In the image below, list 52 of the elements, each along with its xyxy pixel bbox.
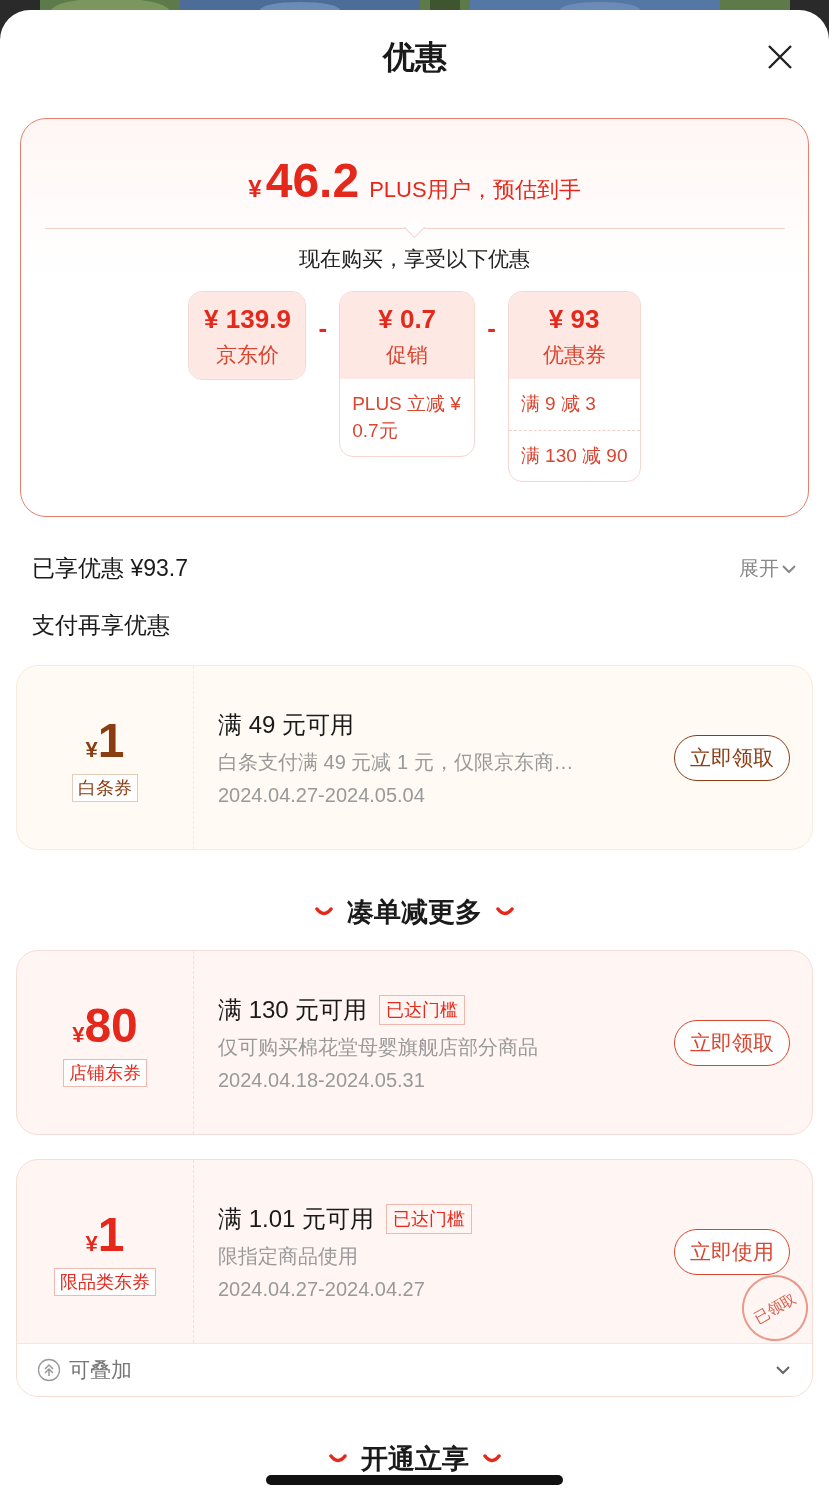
coupon-amount: 1 bbox=[97, 713, 125, 769]
coupon-dates: 2024.04.18-2024.05.31 bbox=[218, 1068, 426, 1092]
discount-subtitle: 现在购买，享受以下优惠 bbox=[299, 246, 530, 272]
coupon-type-tag: 白条券 bbox=[72, 774, 138, 803]
smile-mark-icon bbox=[496, 907, 514, 918]
component-amount: ¥ 139.9 bbox=[204, 304, 291, 335]
minus-sign: - bbox=[487, 313, 496, 344]
currency-sign: ¥ bbox=[72, 1022, 85, 1049]
coupon-title: 满 49 元可用 bbox=[218, 709, 355, 740]
coupon-action-button[interactable]: 立即领取 bbox=[674, 1019, 790, 1066]
coupon-amount: 80 bbox=[84, 998, 138, 1054]
chevron-down-icon[interactable] bbox=[774, 1364, 792, 1377]
coupon-description: 限指定商品使用 bbox=[218, 1243, 359, 1269]
component-amount: ¥ 0.7 bbox=[378, 304, 437, 335]
coupon-description: 白条支付满 49 元减 1 元，仅限京东商… bbox=[218, 749, 575, 775]
coupon-action-button[interactable]: 立即使用 bbox=[674, 1228, 790, 1275]
coupon-amount: 1 bbox=[97, 1207, 125, 1263]
expand-toggle[interactable]: 展开 bbox=[739, 555, 797, 583]
stackable-label: 可叠加 bbox=[69, 1357, 133, 1384]
smile-mark-icon bbox=[482, 1454, 501, 1465]
minus-sign: - bbox=[318, 313, 328, 344]
currency-sign: ¥ bbox=[85, 1231, 98, 1258]
smile-mark-icon bbox=[315, 907, 333, 918]
coupon-title: 满 130 元可用 bbox=[218, 994, 368, 1025]
discount-detail: 满 9 减 3 bbox=[519, 392, 597, 416]
component-label: 京东价 bbox=[216, 342, 279, 368]
coupon-description: 仅可购买棉花堂母婴旗舰店部分商品 bbox=[218, 1034, 539, 1060]
enjoyed-discount: 已享优惠 ¥93.7 bbox=[32, 554, 188, 584]
coupon-dates: 2024.04.27-2024.04.27 bbox=[218, 1277, 426, 1301]
price-note: PLUS用户，预估到手 bbox=[369, 176, 581, 204]
threshold-tag: 已达门槛 bbox=[386, 1203, 473, 1234]
threshold-tag: 已达门槛 bbox=[379, 994, 466, 1025]
component-label: 促销 bbox=[386, 342, 429, 368]
smile-mark-icon bbox=[328, 1454, 347, 1465]
coupon-type-tag: 限品类东券 bbox=[54, 1268, 156, 1297]
coupon-title: 满 1.01 元可用 bbox=[218, 1203, 375, 1234]
sheet-title: 优惠 bbox=[382, 38, 447, 77]
section-title: 凑单减更多 bbox=[347, 896, 482, 930]
chevron-down-icon bbox=[781, 562, 797, 575]
currency-sign: ¥ bbox=[248, 175, 262, 203]
stack-icon bbox=[37, 1358, 61, 1383]
component-amount: ¥ 93 bbox=[548, 304, 600, 335]
coupon-action-button[interactable]: 立即领取 bbox=[674, 734, 790, 781]
discount-detail: 满 130 减 90 bbox=[508, 429, 640, 482]
coupon-type-tag: 店铺东券 bbox=[63, 1059, 147, 1088]
currency-sign: ¥ bbox=[85, 737, 98, 764]
estimated-price: 46.2 bbox=[265, 153, 360, 208]
section-title: 开通立享 bbox=[360, 1443, 469, 1477]
section-heading: 支付再享优惠 bbox=[31, 611, 171, 641]
component-label: 优惠券 bbox=[542, 342, 606, 368]
discount-detail: PLUS 立减 ¥ 0.7元 bbox=[351, 392, 462, 443]
coupon-dates: 2024.04.27-2024.05.04 bbox=[218, 783, 426, 807]
